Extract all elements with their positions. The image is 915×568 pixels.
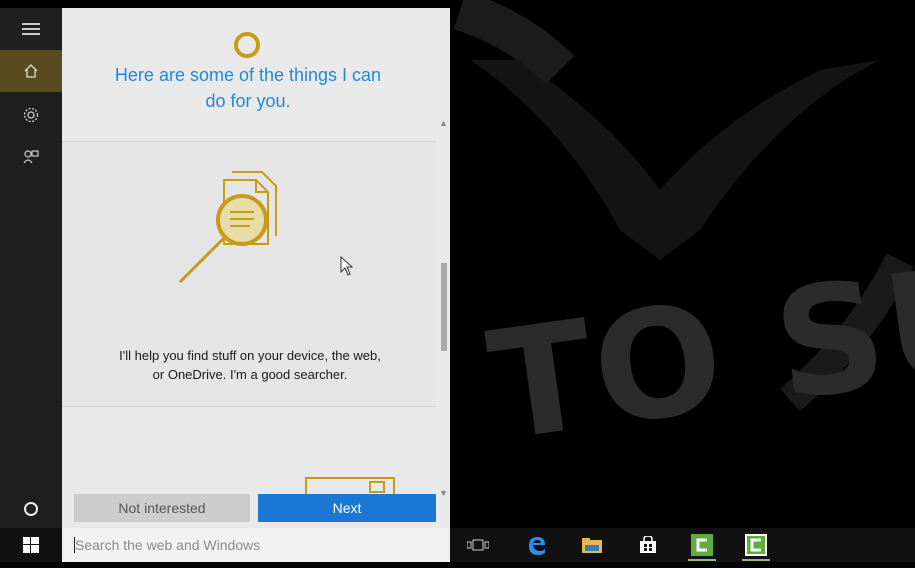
card-description: I'll help you find stuff on your device,…: [74, 346, 426, 384]
heading-line-2: do for you.: [205, 91, 291, 111]
camtasia-button-2[interactable]: [738, 528, 774, 562]
cortana-ring-icon: [234, 32, 260, 58]
file-explorer-button[interactable]: [574, 528, 610, 562]
home-button[interactable]: [0, 50, 62, 92]
scroll-thumb[interactable]: [441, 263, 447, 351]
task-view-button[interactable]: [460, 528, 496, 562]
scroll-down-arrow-icon[interactable]: ▼: [439, 488, 448, 498]
edge-button[interactable]: [518, 528, 554, 562]
card-text-line-1: I'll help you find stuff on your device,…: [119, 348, 381, 363]
feedback-button[interactable]: [0, 136, 62, 178]
settings-button[interactable]: [0, 94, 62, 136]
mouse-cursor-icon: [340, 256, 354, 276]
panel-heading: Here are some of the things I can do for…: [62, 62, 434, 114]
search-placeholder: Search the web and Windows: [75, 537, 261, 553]
home-icon: [24, 64, 38, 78]
cortana-panel: Here are some of the things I can do for…: [62, 8, 450, 528]
scroll-up-arrow-icon[interactable]: ▲: [439, 118, 448, 128]
taskbar: Search the web and Windows: [0, 528, 915, 562]
hamburger-icon: [22, 23, 40, 35]
camtasia-icon: [745, 534, 767, 556]
store-button[interactable]: [630, 528, 666, 562]
heading-line-1: Here are some of the things I can: [114, 65, 382, 85]
feature-card: I'll help you find stuff on your device,…: [62, 141, 436, 407]
running-indicator: [742, 559, 770, 561]
document-search-icon: [178, 171, 277, 284]
store-icon: [640, 536, 656, 553]
task-view-icon: [467, 539, 489, 551]
cortana-circle-icon: [24, 502, 38, 516]
file-explorer-icon: [582, 538, 602, 553]
camtasia-button-1[interactable]: [684, 528, 720, 562]
action-buttons: Not interested Next: [74, 494, 438, 522]
card-text-line-2: or OneDrive. I'm a good searcher.: [152, 367, 348, 382]
next-button[interactable]: Next: [258, 494, 436, 522]
panel-scrollbar[interactable]: ▲ ▼: [438, 118, 450, 498]
next-card-icon-peek: [305, 477, 395, 496]
not-interested-button[interactable]: Not interested: [74, 494, 250, 522]
cortana-side-rail: [0, 8, 62, 528]
search-input[interactable]: Search the web and Windows: [62, 528, 450, 562]
start-button[interactable]: [0, 528, 62, 562]
running-indicator: [688, 559, 716, 561]
camtasia-icon: [691, 534, 713, 556]
feedback-icon: [23, 150, 39, 164]
gear-icon: [23, 107, 39, 123]
cortana-button[interactable]: [0, 488, 62, 530]
edge-icon: [529, 537, 545, 555]
windows-logo-icon: [23, 537, 39, 553]
hamburger-menu-button[interactable]: [0, 8, 62, 50]
